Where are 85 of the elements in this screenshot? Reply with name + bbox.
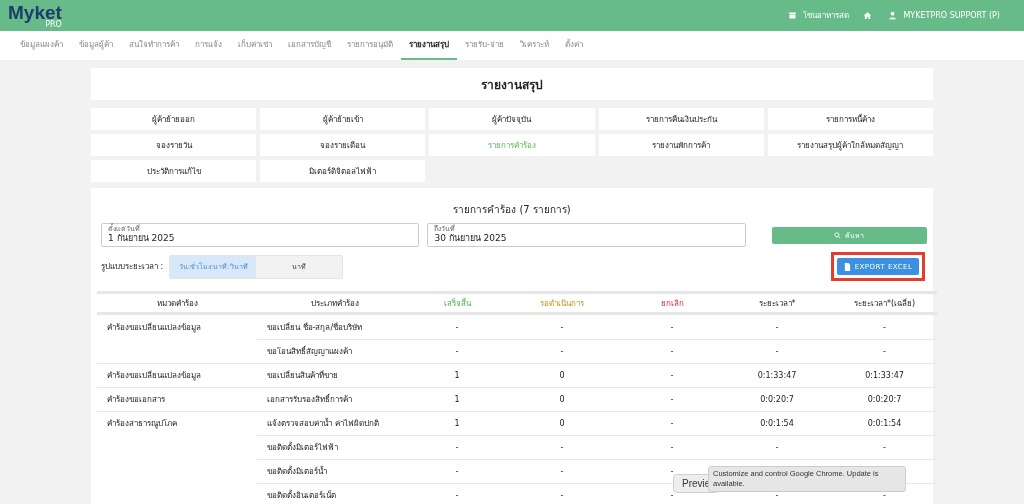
report-button[interactable]: ผู้ค้าปัจจุบัน bbox=[429, 108, 595, 130]
nav-tab[interactable]: ข้อมูลผู้ค้า bbox=[71, 31, 121, 60]
table-cell: - bbox=[502, 459, 622, 483]
table-cell: 0:0:20:7 bbox=[832, 387, 937, 411]
table-cell: 0:0:1:54 bbox=[832, 411, 937, 435]
table-cell-text: - bbox=[454, 321, 460, 334]
nav-tab[interactable]: ตั้งค่า bbox=[556, 31, 591, 60]
table-cell: เอกสารรับรองสิทธิ์การค้า bbox=[257, 387, 412, 411]
table-cell-text: - bbox=[559, 321, 565, 334]
table-cell: 1 bbox=[412, 411, 502, 435]
table-cell: คำร้องขอเปลี่ยนแปลงข้อมูล bbox=[97, 363, 257, 387]
table-cell: - bbox=[622, 363, 722, 387]
table-cell: แจ้งตรวจสอบค่าน้ำ ค่าไฟผิดปกติ bbox=[257, 411, 412, 435]
table-cell-text: - bbox=[882, 321, 887, 334]
report-button[interactable]: รายการหนี้ค้าง bbox=[767, 108, 933, 130]
panel-title: รายการคำร้อง (7 รายการ) bbox=[452, 203, 572, 217]
table-cell-text: - bbox=[774, 321, 780, 334]
table-cell: ขอติดตั้งมิเตอร์ไฟฟ้า bbox=[257, 435, 412, 459]
report-button[interactable]: จองรายเดือน bbox=[260, 134, 426, 156]
column-header: หมวดคำร้อง bbox=[97, 291, 257, 315]
logo[interactable]: Myket bbox=[8, 2, 62, 22]
report-button[interactable]: ผู้ค้าย้ายออก bbox=[91, 108, 257, 130]
table-cell: 1 bbox=[412, 387, 502, 411]
report-button[interactable]: รายงานพักการค้า bbox=[598, 134, 764, 156]
report-button[interactable]: จองรายวัน bbox=[91, 134, 257, 156]
table-cell: 0:0:1:54 bbox=[722, 411, 832, 435]
table-cell-text: คำร้องขอเปลี่ยนแปลงข้อมูล bbox=[106, 321, 202, 335]
table-cell: - bbox=[832, 435, 937, 459]
report-button[interactable]: ประวัติการแก้ไข bbox=[91, 160, 257, 182]
format-label: รูปแบบระยะเวลา : bbox=[101, 261, 164, 273]
table-cell: - bbox=[622, 411, 722, 435]
table-cell: 1 bbox=[412, 363, 502, 387]
table-cell: - bbox=[412, 483, 502, 504]
nav-tab[interactable]: รายรับ-จ่าย bbox=[457, 31, 512, 60]
table-cell: - bbox=[412, 459, 502, 483]
search-icon bbox=[834, 231, 842, 239]
table-cell: 0 bbox=[502, 363, 622, 387]
table-cell: - bbox=[502, 483, 622, 504]
table-cell: - bbox=[412, 339, 502, 363]
column-header: รอดำเนินการ bbox=[502, 291, 622, 315]
table-cell: 0 bbox=[502, 411, 622, 435]
nav-tab[interactable]: รายการอนุมัติ bbox=[339, 31, 401, 60]
table-cell: 0:0:20:7 bbox=[722, 387, 832, 411]
table-cell: - bbox=[502, 435, 622, 459]
table-cell: ขอติดตั้งมิเตอร์น้ำ bbox=[257, 459, 412, 483]
user-icon bbox=[888, 11, 898, 20]
table-cell: 0 bbox=[502, 387, 622, 411]
table-cell: ขอโอนสิทธิ์สัญญาแผงค้า bbox=[257, 339, 412, 363]
nav-tab[interactable]: วิเคราะห์ bbox=[511, 31, 557, 60]
table-cell: ขอเปลี่ยนสินค้าที่ขาย bbox=[257, 363, 412, 387]
table-cell-text: ขอเปลี่ยน ชื่อ-สกุล/ชื่อบริษัท bbox=[266, 321, 364, 334]
table-cell: 0:1:33:47 bbox=[832, 363, 937, 387]
table-cell: - bbox=[722, 435, 832, 459]
home-icon bbox=[863, 11, 873, 20]
report-button[interactable]: ผู้ค้าย้ายเข้า bbox=[260, 108, 426, 130]
column-header: ระยะเวลา* bbox=[722, 291, 832, 315]
file-icon bbox=[843, 262, 851, 271]
report-button[interactable]: รายงานสรุปผู้ค้าใกล้หมดสัญญา bbox=[767, 134, 933, 156]
table-cell: คำร้องขอเอกสาร bbox=[97, 387, 257, 411]
table-cell: - bbox=[832, 339, 937, 363]
report-button[interactable]: รายการคำร้อง bbox=[429, 134, 595, 156]
table-cell: 0:1:33:47 bbox=[722, 363, 832, 387]
column-header: ประเภทคำร้อง bbox=[257, 291, 412, 315]
report-button[interactable]: รายการคืนเงินประกัน bbox=[598, 108, 764, 130]
nav-tab[interactable]: สนใจทำการค้า bbox=[121, 31, 187, 60]
column-header: เสร็จสิ้น bbox=[412, 291, 502, 315]
table-cell: - bbox=[622, 339, 722, 363]
table-cell: คำร้องสาธารณูปโภค bbox=[97, 411, 257, 435]
page-title: รายงานสรุป bbox=[91, 68, 933, 100]
report-button[interactable]: มิเตอร์ดิจิตอลไฟฟ้า bbox=[260, 160, 426, 182]
table-cell: - bbox=[412, 435, 502, 459]
table-cell: - bbox=[622, 435, 722, 459]
table-cell-text: - bbox=[669, 321, 675, 334]
table-cell: - bbox=[502, 339, 622, 363]
column-header: ยกเลิก bbox=[622, 291, 722, 315]
column-header: ระยะเวลา*(เฉลี่ย) bbox=[832, 291, 937, 315]
table-cell: - bbox=[622, 387, 722, 411]
table-cell: ขอติดตั้งอินเตอร์เน็ต bbox=[257, 483, 412, 504]
nav-tab[interactable]: เก็บค่าเช่า bbox=[230, 31, 280, 60]
nav-tab[interactable]: ข้อมูลแผงค้า bbox=[12, 31, 71, 60]
nav-tab[interactable]: รายงานสรุป bbox=[401, 31, 457, 60]
nav-tab[interactable]: การแจ้ง bbox=[187, 31, 230, 60]
nav-tab[interactable]: เอกสารบัญชี bbox=[280, 31, 339, 60]
table-cell: - bbox=[722, 339, 832, 363]
store-icon bbox=[788, 11, 798, 20]
